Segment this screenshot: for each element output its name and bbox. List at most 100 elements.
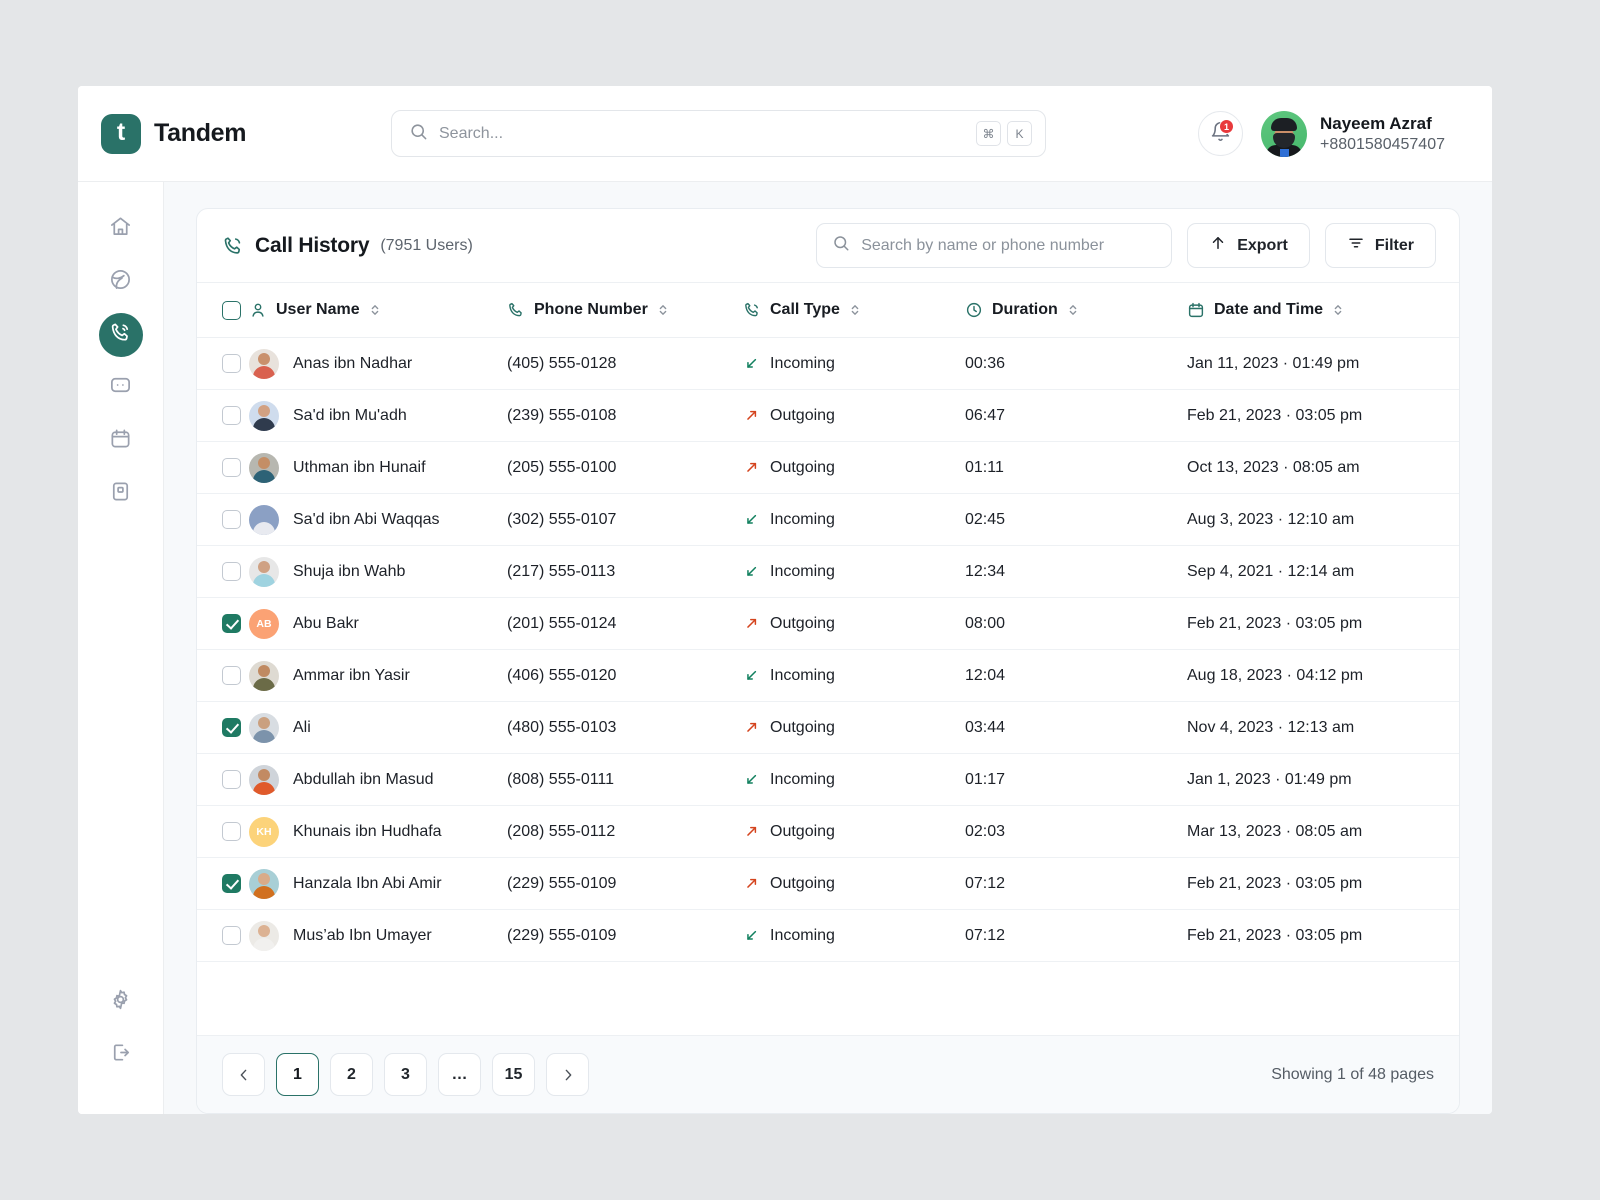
row-select-cell[interactable] [197, 857, 249, 910]
pagination-page[interactable]: 1 [276, 1053, 319, 1096]
row-checkbox[interactable] [222, 406, 241, 425]
global-search-input[interactable]: Search... ⌘ K [391, 110, 1046, 157]
app-window: t Tandem Search... ⌘ K 1 Nayeem Azraf +8… [78, 86, 1492, 1114]
arrow-incoming-icon [743, 563, 760, 580]
row-select-cell[interactable] [197, 597, 249, 650]
row-checkbox[interactable] [222, 666, 241, 685]
column-phone-number[interactable]: Phone Number [507, 282, 743, 338]
row-select-cell[interactable] [197, 389, 249, 442]
duration-cell: 08:00 [965, 597, 1187, 650]
row-select-cell[interactable] [197, 649, 249, 702]
row-checkbox[interactable] [222, 926, 241, 945]
notifications-button[interactable]: 1 [1197, 111, 1243, 156]
phone-number-cell: (229) 555-0109 [507, 909, 743, 962]
export-button[interactable]: Export [1187, 223, 1310, 268]
duration-cell: 03:44 [965, 701, 1187, 754]
table-row[interactable]: Shuja ibn Wahb (217) 555-0113 Incoming 12:3… [197, 545, 1459, 598]
row-checkbox[interactable] [222, 458, 241, 477]
phone-call-icon [222, 235, 244, 257]
sidebar-item-directory[interactable] [99, 472, 143, 516]
sidebar-item-messages[interactable] [99, 366, 143, 410]
row-select-cell[interactable] [197, 805, 249, 858]
call-type-cell: Outgoing [743, 597, 965, 650]
select-all-checkbox[interactable] [222, 300, 241, 320]
globe-icon [109, 268, 132, 296]
table-row[interactable]: Uthman ibn Hunaif (205) 555-0100 Outgoing 0… [197, 441, 1459, 494]
table-row[interactable]: Ammar ibn Yasir (406) 555-0120 Incoming 12:… [197, 649, 1459, 702]
table-row[interactable]: Hanzala Ibn Abi Amir (229) 555-0109 Outgoi… [197, 857, 1459, 910]
table-container: User Name Phone Number Call Type Duratio… [197, 282, 1459, 1035]
pagination-page[interactable]: 2 [330, 1053, 373, 1096]
account-menu[interactable]: Nayeem Azraf +8801580457407 [1260, 110, 1445, 157]
export-label: Export [1237, 236, 1288, 254]
arrow-outgoing-icon [743, 823, 760, 840]
table-row[interactable]: Sa'd ibn Mu'adh (239) 555-0108 Outgoing 06:… [197, 389, 1459, 442]
row-checkbox[interactable] [222, 822, 241, 841]
row-select-cell[interactable] [197, 337, 249, 390]
brand[interactable]: t Tandem [101, 113, 391, 154]
pagination-next[interactable] [546, 1053, 589, 1096]
filter-button[interactable]: Filter [1324, 223, 1436, 268]
arrow-outgoing-icon [743, 407, 760, 424]
table-row[interactable]: Anas ibn Nadhar (405) 555-0128 Incoming 00:… [197, 337, 1459, 390]
pagination-page[interactable]: 3 [384, 1053, 427, 1096]
phone-number-cell: (302) 555-0107 [507, 493, 743, 546]
table-row[interactable]: Mus’ab Ibn Umayer (229) 555-0109 Incoming 0… [197, 909, 1459, 962]
column-duration[interactable]: Duration [965, 282, 1187, 338]
sidebar-item-logout[interactable] [99, 1033, 143, 1077]
row-checkbox[interactable] [222, 874, 241, 893]
table-header: User Name Phone Number Call Type Duratio… [197, 282, 1459, 338]
table-row[interactable]: Sa'd ibn Abi Waqqas (302) 555-0107 Incomin… [197, 493, 1459, 546]
pagination-page[interactable]: 15 [492, 1053, 535, 1096]
row-checkbox[interactable] [222, 614, 241, 633]
row-checkbox[interactable] [222, 562, 241, 581]
row-checkbox[interactable] [222, 718, 241, 737]
arrow-outgoing-icon [743, 615, 760, 632]
notification-count-badge: 1 [1218, 119, 1234, 134]
column-date-and-time[interactable]: Date and Time [1187, 282, 1459, 338]
sort-icon[interactable] [657, 303, 669, 317]
call-type-label: Incoming [770, 354, 835, 372]
sort-icon[interactable] [369, 303, 381, 317]
row-checkbox[interactable] [222, 770, 241, 789]
call-type-cell: Incoming [743, 545, 965, 598]
user-name: Khunais ibn Hudhafa [293, 822, 442, 840]
sidebar-item-calendar[interactable] [99, 419, 143, 463]
table-row[interactable]: Abdullah ibn Masud (808) 555-0111 Incoming… [197, 753, 1459, 806]
sidebar-item-home[interactable] [99, 207, 143, 251]
pagination-prev[interactable] [222, 1053, 265, 1096]
sort-icon[interactable] [1332, 303, 1344, 317]
column-label: Call Type [770, 301, 840, 318]
pagination-page[interactable]: … [438, 1053, 481, 1096]
phone-number-cell: (229) 555-0109 [507, 857, 743, 910]
sidebar-item-settings[interactable] [99, 980, 143, 1024]
row-checkbox[interactable] [222, 510, 241, 529]
duration-cell: 01:17 [965, 753, 1187, 806]
phone-number-cell: (405) 555-0128 [507, 337, 743, 390]
row-select-cell[interactable] [197, 493, 249, 546]
row-select-cell[interactable] [197, 909, 249, 962]
row-select-cell[interactable] [197, 441, 249, 494]
sort-icon[interactable] [1067, 303, 1079, 317]
home-icon [109, 215, 132, 243]
column-call-type[interactable]: Call Type [743, 282, 965, 338]
sidebar-item-explore[interactable] [99, 260, 143, 304]
duration-cell: 12:04 [965, 649, 1187, 702]
row-checkbox[interactable] [222, 354, 241, 373]
table-search-input[interactable]: Search by name or phone number [816, 223, 1173, 268]
avatar [249, 452, 279, 483]
sort-icon[interactable] [849, 303, 861, 317]
row-select-cell[interactable] [197, 701, 249, 754]
phone-number-cell: (205) 555-0100 [507, 441, 743, 494]
app-logo: t [101, 113, 141, 154]
duration-cell: 01:11 [965, 441, 1187, 494]
table-row[interactable]: Ali (480) 555-0103 Outgoing 03:44 Nov 4, 202… [197, 701, 1459, 754]
row-select-cell[interactable] [197, 545, 249, 598]
row-select-cell[interactable] [197, 753, 249, 806]
user-name-cell: Hanzala Ibn Abi Amir [249, 857, 507, 910]
column-user-name[interactable]: User Name [249, 282, 507, 338]
table-row[interactable]: AB Abu Bakr (201) 555-0124 Outgoing 08:00 Feb… [197, 597, 1459, 650]
table-row[interactable]: KH Khunais ibn Hudhafa (208) 555-0112 Outgo… [197, 805, 1459, 858]
user-name-cell: Ali [249, 701, 507, 754]
sidebar-item-calls[interactable] [98, 313, 143, 357]
